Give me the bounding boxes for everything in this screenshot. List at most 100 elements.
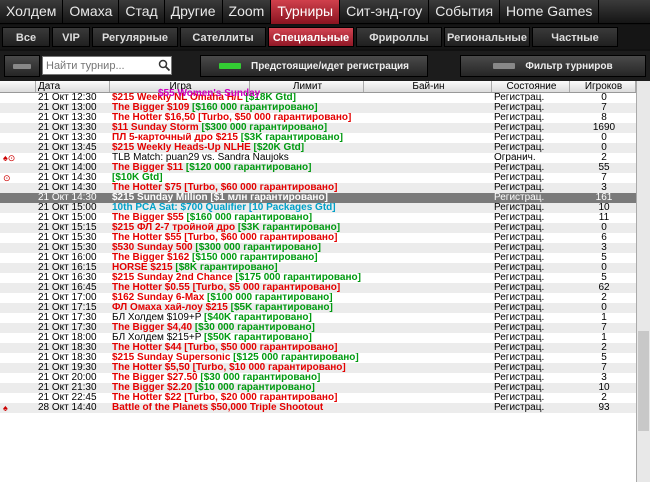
- game-text-part: The Hotter $16,50: [112, 113, 199, 123]
- table-row[interactable]: 21 Окт 16:30 $215 Sunday 2nd Chance [$175…: [0, 273, 636, 283]
- list-toggle-button[interactable]: [4, 55, 40, 77]
- table-row[interactable]: 21 Окт 12:30 $215 Weekly NL Omaha H/L [$1…: [0, 93, 636, 103]
- row-players: 10: [598, 383, 610, 393]
- nav-tab[interactable]: Сит-энд-гоу: [340, 0, 430, 24]
- row-state: Регистрац.: [494, 143, 545, 153]
- table-row[interactable]: 21 Окт 15:30 The Hotter $55 [Turbo, $60 0…: [0, 233, 636, 243]
- row-date: 21 Окт 17:00: [38, 293, 97, 303]
- game-text-part: $215 Sunday Million [$1 млн гарантирован…: [112, 193, 328, 203]
- row-game: The Bigger $109 [$160 000 гарантировано]: [110, 103, 492, 113]
- row-date: 21 Окт 13:00: [38, 103, 97, 113]
- header-limit[interactable]: Лимит: [250, 81, 364, 92]
- row-players: 5: [601, 253, 607, 263]
- search-icon[interactable]: [158, 59, 171, 72]
- game-text-part: [Turbo, $60 000 гарантировано]: [184, 233, 338, 243]
- header-buyin[interactable]: Бай-ин: [364, 81, 492, 92]
- nav-tab[interactable]: Zoom: [223, 0, 272, 24]
- table-row[interactable]: 21 Окт 16:00 The Bigger $162 [$150 000 га…: [0, 253, 636, 263]
- subnav-tab[interactable]: Региональные: [444, 27, 530, 47]
- table-row[interactable]: 21 Окт 18:30 The Hotter $44 [Turbo, $50 0…: [0, 343, 636, 353]
- game-text-part: The Bigger $4,40: [112, 323, 195, 333]
- row-players: 2: [601, 153, 607, 163]
- table-row[interactable]: 21 Окт 14:30 $215 Sunday Million [$1 млн …: [0, 193, 636, 203]
- row-game: Battle of the Planets $50,000 Triple Sho…: [110, 403, 492, 413]
- nav-tab[interactable]: Стад: [119, 0, 165, 24]
- filter-button[interactable]: Фильтр турниров: [460, 55, 646, 77]
- table-row[interactable]: 21 Окт 18:00 БЛ Холдем $215+P [$50K гаран…: [0, 333, 636, 343]
- row-game: $55 Women's Sunday [$10K Gtd]: [110, 89, 492, 183]
- nav-tab[interactable]: Home Games: [500, 0, 600, 24]
- table-row[interactable]: 21 Окт 15:30 $530 Sunday 500 [$300 000 га…: [0, 243, 636, 253]
- table-row[interactable]: 21 Окт 16:15 HORSE $215 [$8K гарантирован…: [0, 263, 636, 273]
- subnav-tab[interactable]: Частные: [532, 27, 618, 47]
- table-row[interactable]: 21 Окт 15:15 $215 ФЛ 2-7 тройной дро [$3K…: [0, 223, 636, 233]
- tournament-icon: [0, 273, 36, 283]
- table-row[interactable]: 21 Окт 17:30 БЛ Холдем $109+P [$40K гаран…: [0, 313, 636, 323]
- table-row[interactable]: 21 Окт 17:15 ФЛ Омаха хай-лоу $215 [$5K г…: [0, 303, 636, 313]
- nav-tab[interactable]: Омаха: [63, 0, 120, 24]
- row-players: 0: [601, 93, 607, 103]
- header-players[interactable]: Игроков: [570, 81, 636, 92]
- row-date: 21 Окт 14:00: [38, 163, 97, 173]
- header-icon-col[interactable]: [0, 81, 36, 92]
- header-date[interactable]: Дата: [36, 81, 110, 92]
- table-row[interactable]: 21 Окт 19:30 The Hotter $5,50 [Turbo, $10…: [0, 363, 636, 373]
- nav-tab[interactable]: События: [429, 0, 501, 24]
- subnav-tab[interactable]: Все: [2, 27, 50, 47]
- header-state[interactable]: Состояние: [492, 81, 570, 92]
- table-row[interactable]: 21 Окт 13:30 The Hotter $16,50 [Turbo, $5…: [0, 113, 636, 123]
- row-state: Регистрац.: [494, 393, 545, 403]
- nav-tab[interactable]: Другие: [165, 0, 223, 24]
- tournament-icon: [0, 233, 36, 243]
- table-row[interactable]: 21 Окт 13:30 $11 Sunday Storm [$300 000 г…: [0, 123, 636, 133]
- row-game: 10th PCA Sat: $700 Qualifier [10 Package…: [110, 203, 492, 213]
- row-date: 21 Окт 17:30: [38, 313, 97, 323]
- subnav-tab[interactable]: Фрироллы: [356, 27, 442, 47]
- nav-tab[interactable]: Турниры: [271, 0, 341, 24]
- table-row[interactable]: ⊙ 21 Окт 14:30 $55 Women's Sunday [$10K Gt…: [0, 89, 636, 183]
- row-players: 0: [601, 143, 607, 153]
- subnav-tab[interactable]: Регулярные: [92, 27, 178, 47]
- table-row[interactable]: 21 Окт 17:30 The Bigger $4,40 [$30 000 га…: [0, 323, 636, 333]
- row-date: 21 Окт 13:45: [38, 143, 97, 153]
- table-row[interactable]: 21 Окт 21:30 The Bigger $2.20 [$10 000 га…: [0, 383, 636, 393]
- game-text-part: HORSE $215: [112, 263, 176, 273]
- subnav-tab[interactable]: VIP: [52, 27, 90, 47]
- game-text-part: [Turbo, $60 000 гарантировано]: [184, 183, 338, 193]
- table-row[interactable]: 21 Окт 15:00 The Bigger $55 [$160 000 гар…: [0, 213, 636, 223]
- table-row[interactable]: ♠⊙ 21 Окт 14:00 TLB Match: puan29 vs. Sand…: [0, 153, 636, 163]
- search-input[interactable]: [42, 56, 172, 75]
- tournament-icon: [0, 263, 36, 273]
- table-row[interactable]: ♠ 28 Окт 14:40 Battle of the Planets $50,0…: [0, 403, 636, 413]
- table-row[interactable]: 21 Окт 20:00 The Bigger $27.50 [$30 000 г…: [0, 373, 636, 383]
- upcoming-button[interactable]: Предстоящие/идет регистрация: [200, 55, 428, 77]
- row-date: 21 Окт 12:30: [38, 93, 97, 103]
- table-row[interactable]: 21 Окт 14:30 The Hotter $75 [Turbo, $60 0…: [0, 183, 636, 193]
- table-row[interactable]: 21 Окт 13:30 ПЛ 5-карточный дро $215 [$3K…: [0, 133, 636, 143]
- game-text-part: ПЛ 5-карточный дро $215: [112, 133, 241, 143]
- table-row[interactable]: 21 Окт 22:45 The Hotter $22 [Turbo, $20 0…: [0, 393, 636, 403]
- table-row[interactable]: 21 Окт 14:00 The Bigger $11 [$120 000 гар…: [0, 163, 636, 173]
- table-row[interactable]: 21 Окт 16:45 The Hotter $0.55 [Turbo, $5 …: [0, 283, 636, 293]
- game-text-part: [Turbo, $50 000 гарантировано]: [198, 113, 352, 123]
- row-state: Регистрац.: [494, 303, 545, 313]
- table-row[interactable]: 21 Окт 18:30 $215 Sunday Supersonic [$125…: [0, 353, 636, 363]
- subnav-tab[interactable]: Специальные: [268, 27, 354, 47]
- toolbar: Предстоящие/идет регистрация Фильтр турн…: [0, 51, 650, 81]
- row-game: БЛ Холдем $109+P [$40K гарантировано]: [110, 313, 492, 323]
- row-date: 21 Окт 20:00: [38, 373, 97, 383]
- row-date: 21 Окт 16:30: [38, 273, 97, 283]
- row-state: Регистрац.: [494, 213, 545, 223]
- row-players: 3: [601, 183, 607, 193]
- table-row[interactable]: 21 Окт 13:00 The Bigger $109 [$160 000 га…: [0, 103, 636, 113]
- table-row[interactable]: 21 Окт 13:45 $215 Weekly Heads-Up NLHE [$…: [0, 143, 636, 153]
- row-players: 0: [601, 303, 607, 313]
- table-row[interactable]: 21 Окт 17:00 $162 Sunday 6-Max [$100 000 …: [0, 293, 636, 303]
- scrollbar-thumb[interactable]: [638, 331, 649, 431]
- nav-tab[interactable]: Холдем: [0, 0, 64, 24]
- row-players: 2: [601, 293, 607, 303]
- indicator-icon: [219, 63, 241, 69]
- table-row[interactable]: 21 Окт 15:00 10th PCA Sat: $700 Qualifier…: [0, 203, 636, 213]
- subnav-tab[interactable]: Сателлиты: [180, 27, 266, 47]
- scrollbar[interactable]: [636, 81, 650, 482]
